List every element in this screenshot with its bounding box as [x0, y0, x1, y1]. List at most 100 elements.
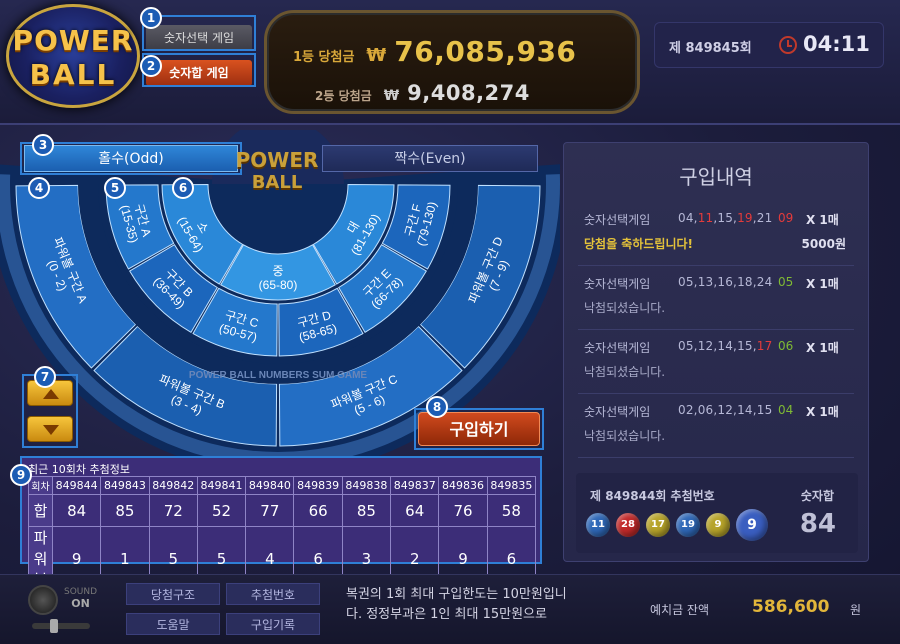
round-timer: 제 849845회 04:11	[654, 22, 884, 68]
purchase-history-panel: 구입내역 숫자선택게임 04,11,15,19,21 09 X 1매 당첨을 축하드립니…	[563, 142, 869, 562]
entry-powerball: 06	[778, 339, 794, 353]
size-zone-name: 중	[272, 264, 283, 278]
round-cell: 849838	[341, 476, 392, 495]
entry-number: 24	[756, 275, 773, 289]
entry-divider	[578, 265, 854, 266]
badge-8: 8	[426, 396, 448, 418]
speaker-icon[interactable]	[28, 585, 58, 615]
entry-game-name: 숫자선택게임	[584, 405, 651, 419]
entry-ticket-line: 숫자선택게임 02,06,12,14,15 04 X 1매	[584, 403, 854, 421]
badge-5: 5	[104, 177, 126, 199]
clock-icon	[779, 36, 797, 54]
sum-cell: 52	[196, 494, 247, 527]
purchase-records-button[interactable]: 구입기록	[226, 613, 320, 635]
round-cell: 849840	[245, 476, 295, 495]
purchase-entry: 숫자선택게임 05,12,14,15,17 06 X 1매낙첨되셨습니다.	[584, 339, 854, 383]
history-title: 최근 10회차 추첨정보	[28, 463, 130, 476]
round-cell: 849836	[438, 476, 488, 495]
sound-state: ON	[71, 597, 90, 610]
center-logo-line2: BALL	[251, 172, 303, 193]
draw-numbers-button[interactable]: 추첨번호	[226, 583, 320, 605]
entry-number: 12	[717, 403, 734, 417]
volume-slider-handle[interactable]	[50, 619, 58, 633]
entry-prize: 5000원	[801, 237, 846, 251]
round-number: 제 849845회	[669, 41, 752, 56]
draw-result-label: 제 849844회 추첨번호	[590, 489, 715, 503]
last-draw-result: 제 849844회 추첨번호 11 28 17 19 9 9 숫자합 84	[576, 473, 858, 553]
badge-9: 9	[10, 464, 32, 486]
entry-ticket-line: 숫자선택게임 05,12,14,15,17 06 X 1매	[584, 339, 854, 357]
entry-game-name: 숫자선택게임	[584, 341, 651, 355]
entry-number: 21	[756, 211, 773, 225]
drawn-balls: 11 28 17 19 9 9	[586, 509, 774, 541]
logo-line1: POWER	[12, 24, 134, 57]
purchase-entry: 숫자선택게임 04,11,15,19,21 09 X 1매 당첨을 축하드립니다! 500…	[584, 211, 854, 255]
entry-number: 06	[697, 403, 714, 417]
first-prize-label: 1등 당첨금	[293, 50, 355, 65]
entry-status-line: 당첨을 축하드립니다! 5000원	[584, 235, 854, 255]
entry-number: 15	[756, 403, 773, 417]
entry-number: 12	[697, 339, 714, 353]
sum-label: 숫자합	[800, 489, 834, 503]
round-cell: 849835	[486, 476, 537, 495]
won-symbol: ₩	[383, 88, 400, 104]
footer: SOUND ON 당첨구조 추첨번호 도움말 구입기록 복권의 1회 최대 구입…	[0, 574, 900, 644]
entry-numbers: 02,06,12,14,15	[678, 403, 772, 417]
drawn-ball: 17	[646, 513, 670, 537]
even-bet-button[interactable]: 짝수(Even)	[322, 145, 538, 172]
logo-line2: BALL	[29, 58, 117, 91]
first-prize-row: 1등 당첨금 ₩ 76,085,936	[293, 35, 576, 68]
entry-game-name: 숫자선택게임	[584, 213, 651, 227]
round-cell: 849843	[100, 476, 150, 495]
arrow-down-icon	[43, 425, 59, 435]
entry-ticket-line: 숫자선택게임 05,13,16,18,24 05 X 1매	[584, 275, 854, 293]
entry-number: 15	[737, 339, 753, 353]
center-logo: POWER BALL	[218, 148, 336, 218]
arrow-up-icon	[43, 389, 59, 399]
round-cell: 849844	[51, 476, 102, 495]
entry-numbers: 05,12,14,15,17	[678, 339, 772, 353]
entry-powerball: 05	[778, 275, 794, 289]
entry-number: 14	[737, 403, 753, 417]
round-cell: 849841	[196, 476, 247, 495]
scroll-down-button[interactable]	[27, 416, 73, 442]
entry-number: 15	[717, 211, 734, 225]
entry-status: 낙첨되셨습니다.	[584, 365, 666, 379]
powerball-logo: POWER BALL	[6, 4, 140, 108]
drawn-ball: 19	[676, 513, 700, 537]
sum-value: 84	[799, 509, 836, 539]
prize-structure-button[interactable]: 당첨구조	[126, 583, 220, 605]
badge-4: 4	[28, 177, 50, 199]
volume-slider[interactable]	[32, 623, 90, 629]
entry-status: 낙첨되셨습니다.	[584, 429, 666, 443]
entry-quantity: X 1매	[806, 213, 839, 227]
entry-number: 11	[697, 211, 714, 225]
drawn-ball: 9	[706, 513, 730, 537]
select-game-button[interactable]: 숫자선택 게임	[146, 25, 252, 51]
sum-cell: 84	[51, 494, 102, 527]
entry-number: 18	[737, 275, 753, 289]
sum-cell: 72	[148, 494, 198, 527]
entry-number: 19	[737, 211, 753, 225]
badge-3: 3	[32, 134, 54, 156]
sum-cell: 85	[100, 494, 150, 527]
help-button[interactable]: 도움말	[126, 613, 220, 635]
panel-title: 구입내역	[679, 165, 753, 189]
badge-6: 6	[172, 177, 194, 199]
sum-cell: 77	[245, 494, 295, 527]
entry-quantity: X 1매	[806, 341, 839, 355]
size-zone-range: (65-80)	[259, 278, 298, 292]
sum-cell: 58	[486, 494, 537, 527]
entry-number: 17	[756, 339, 773, 353]
entry-divider	[578, 457, 854, 458]
entry-status-line: 낙첨되셨습니다.	[584, 427, 854, 447]
recent-draws-table: 최근 10회차 추첨정보 회차 849844 849843 849842 849841…	[20, 456, 542, 591]
entry-numbers: 04,11,15,19,21	[678, 211, 772, 225]
entry-quantity: X 1매	[806, 405, 839, 419]
won-symbol: ₩	[366, 45, 387, 66]
entry-status: 당첨을 축하드립니다!	[584, 237, 694, 251]
center-logo-line1: POWER	[235, 148, 319, 172]
sum-cell: 64	[390, 494, 440, 527]
entry-number: 14	[717, 339, 734, 353]
odd-bet-button[interactable]: 홀수(Odd)	[24, 145, 238, 172]
